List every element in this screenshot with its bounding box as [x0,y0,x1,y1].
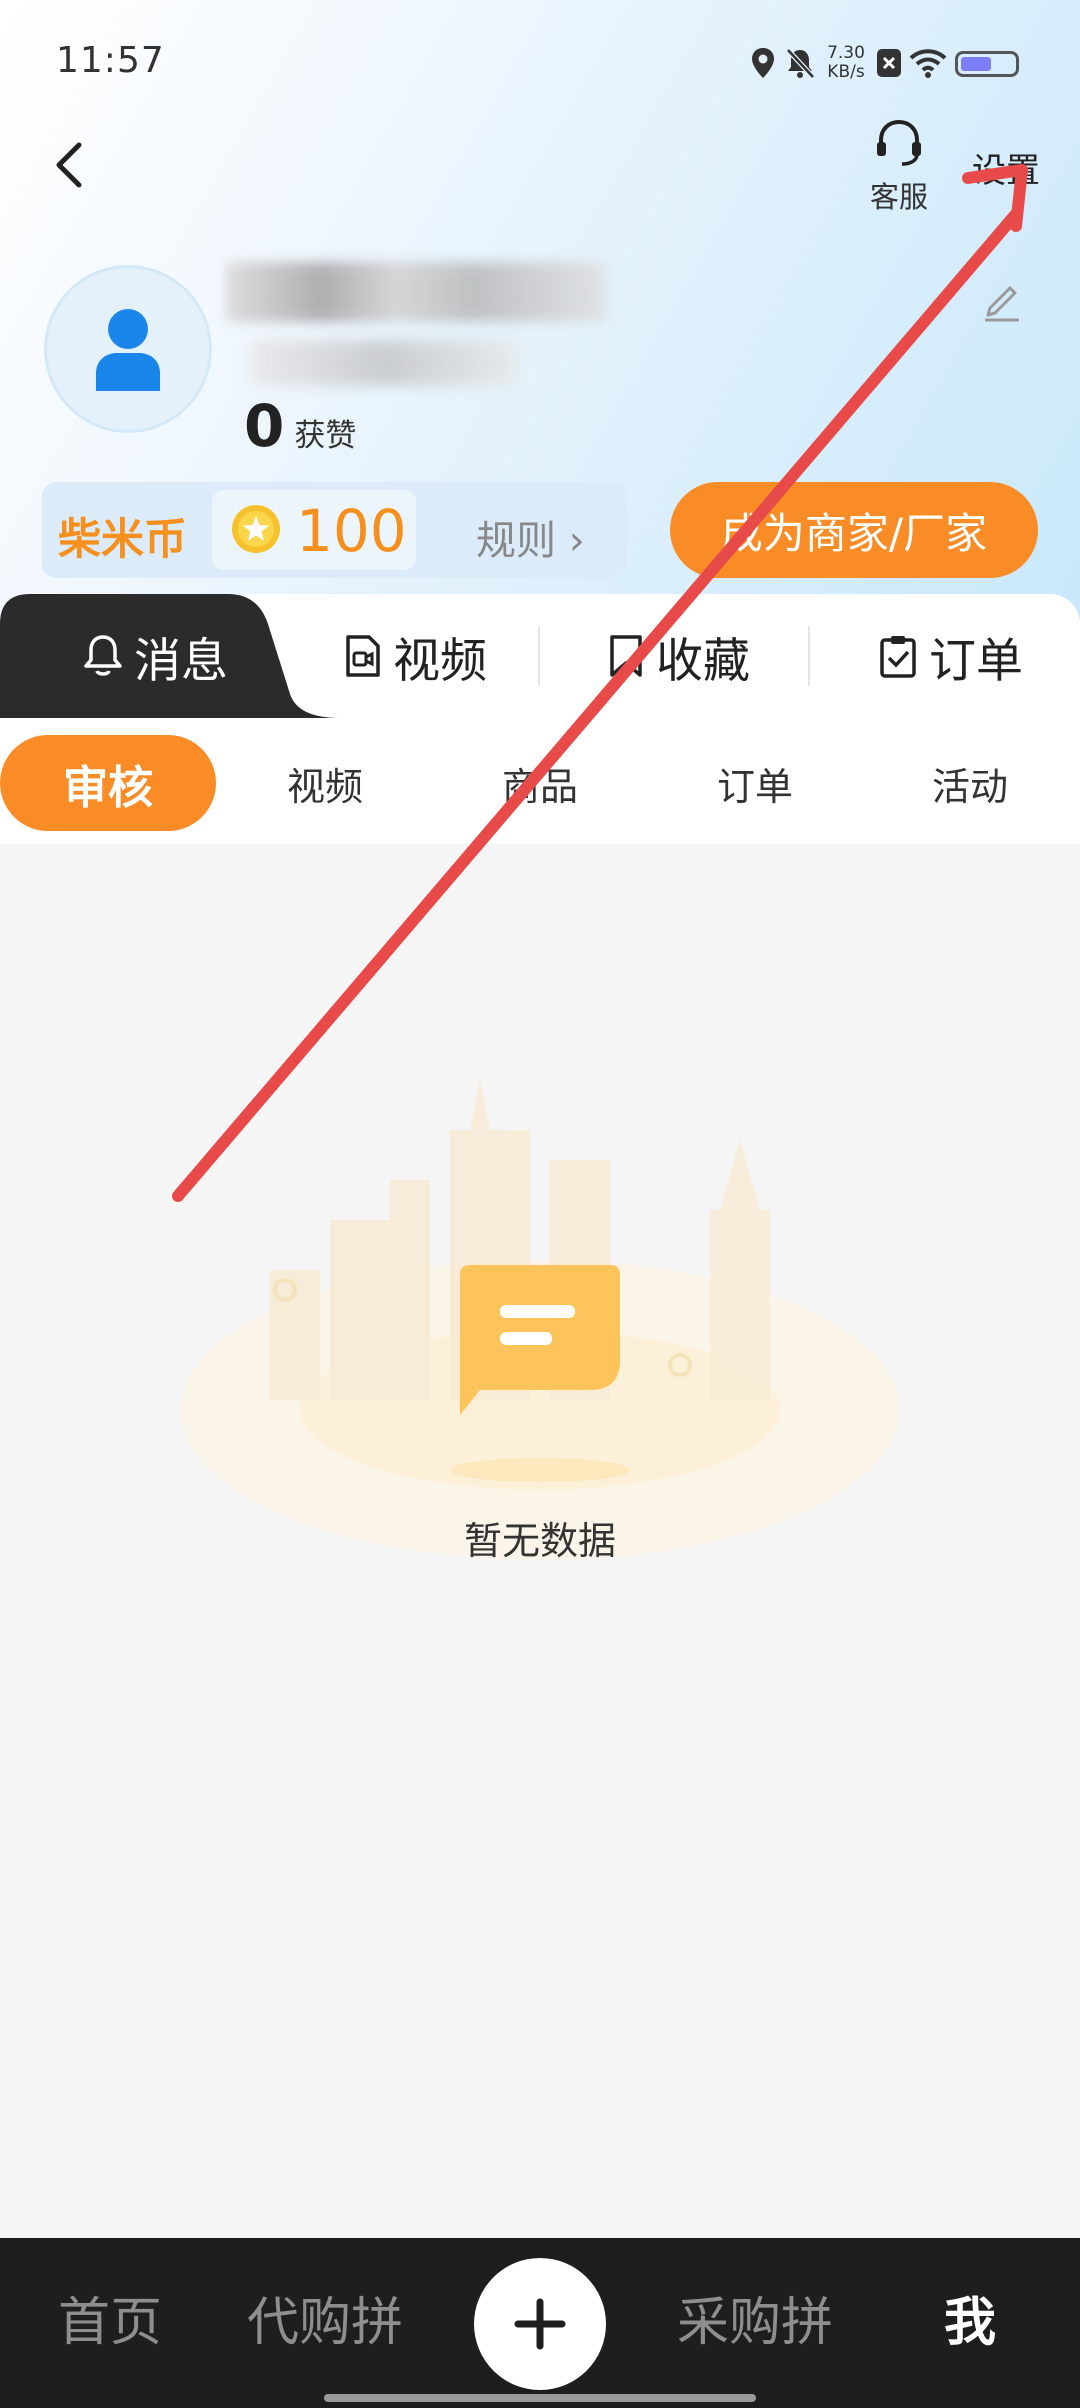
customer-service-button[interactable]: 客服 [862,118,936,218]
settings-button[interactable]: 设置 [972,143,1040,192]
tab-messages-label: 消息 [134,633,228,689]
create-button[interactable] [474,2258,606,2390]
tab-divider [808,626,810,686]
home-indicator [324,2394,756,2402]
tab-videos-label: 视频 [393,633,487,689]
coin-balance: 100 [296,497,407,565]
user-id-blurred [250,340,520,386]
subtab-videos[interactable]: 视频 [240,735,410,831]
tab-divider [538,626,540,686]
plus-icon [514,2298,566,2350]
nav-purchase-group-buy[interactable]: 采购拼 [660,2282,850,2353]
status-bar: 11:57 7.30 KB/s [0,0,1080,120]
coin-title: 柴米币 [58,515,187,565]
likes-count: 0 [244,392,285,460]
coin-star-icon [232,505,280,553]
likes-label: 获赞 [294,418,357,454]
wifi-icon [909,49,947,78]
battery-icon [955,51,1019,77]
clipboard-check-icon [877,633,919,679]
location-icon [752,48,774,78]
network-speed: 7.30 KB/s [818,44,874,82]
become-merchant-button[interactable]: 成为商家/厂家 [670,482,1038,578]
username-blurred [226,262,606,322]
subtab-review[interactable]: 审核 [0,735,216,831]
bookmark-icon [606,633,646,679]
bell-icon [82,633,124,679]
tab-orders[interactable]: 订单 [830,594,1070,718]
status-time: 11:57 [56,40,165,81]
chevron-left-icon [56,142,82,188]
nav-proxy-group-buy[interactable]: 代购拼 [230,2282,420,2353]
tab-messages[interactable]: 消息 [30,594,280,718]
empty-state-text: 暂无数据 [463,1519,616,1563]
tab-orders-label: 订单 [929,633,1023,689]
back-button[interactable] [38,130,98,200]
tab-favorites-label: 收藏 [656,633,750,689]
tab-videos[interactable]: 视频 [300,594,530,718]
customer-service-label: 客服 [869,180,928,214]
subtab-products[interactable]: 商品 [455,735,625,831]
subtab-orders[interactable]: 订单 [670,735,840,831]
edit-pencil-icon[interactable] [977,275,1027,325]
tab-favorites[interactable]: 收藏 [558,594,798,718]
likes-stat: 0 获赞 [244,392,356,460]
user-icon [96,309,160,391]
nav-home[interactable]: 首页 [40,2282,180,2353]
video-file-icon [343,633,383,679]
network-speed-unit: KB/s [827,62,865,82]
nav-me[interactable]: 我 [900,2282,1040,2353]
subtab-activities[interactable]: 活动 [885,735,1055,831]
network-speed-value: 7.30 [827,43,865,63]
sim-off-icon [877,49,901,77]
coin-rules-link[interactable]: 规则 › [476,508,585,566]
avatar[interactable] [44,265,212,433]
headset-icon [877,119,921,166]
mute-bell-icon [786,48,815,79]
